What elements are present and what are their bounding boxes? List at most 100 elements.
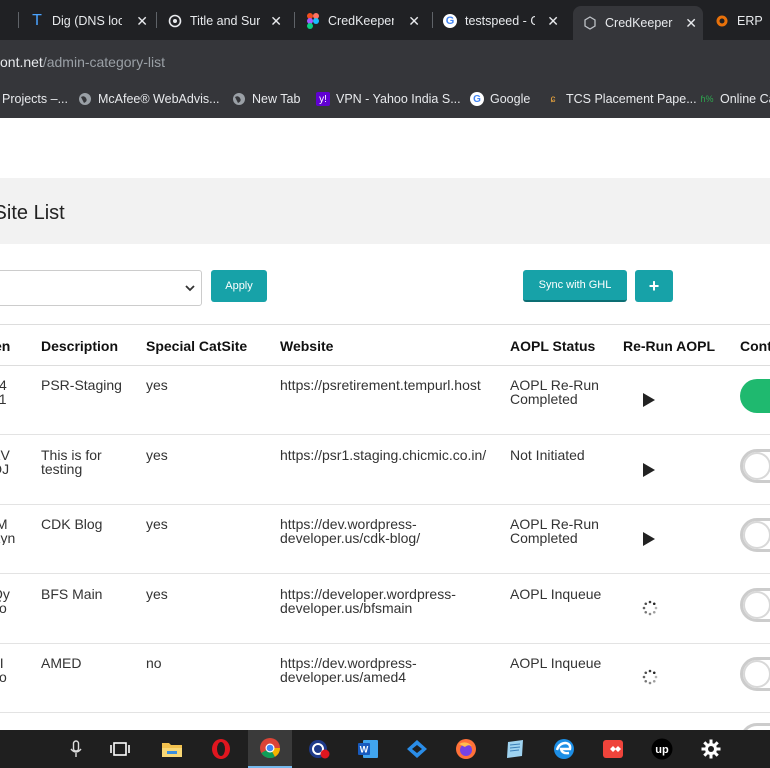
bulk-action-select[interactable] [0, 270, 202, 306]
row-key: tM Zyn [0, 517, 16, 545]
firefox-icon[interactable] [444, 730, 488, 768]
page-title: tSite List [0, 202, 65, 224]
url-domain: ont.net [0, 54, 43, 70]
tcs-icon: ɕ [550, 93, 556, 105]
column-header[interactable]: en [0, 338, 10, 354]
bookmark-vpn-yahoo[interactable]: y! VPN - Yahoo India S... [316, 92, 461, 106]
column-header[interactable]: Website [280, 338, 333, 354]
status-toggle[interactable] [740, 723, 770, 730]
close-icon[interactable]: ✕ [685, 15, 697, 32]
row-special-catsite: yes [146, 516, 168, 532]
row-aopl-status: AOPL Inqueue [510, 655, 602, 671]
url-path: /admin-category-list [42, 54, 165, 70]
notepad-icon[interactable] [493, 730, 537, 768]
row-special-catsite: no [146, 655, 162, 671]
status-toggle[interactable] [740, 518, 770, 552]
tab-separator [294, 12, 295, 28]
tab-title-sum[interactable]: Title and Sur ✕ [168, 6, 288, 36]
column-header[interactable]: Description [41, 338, 118, 354]
bookmark-label: Projects –... [2, 92, 68, 106]
bookmark-projects[interactable]: Projects –... [2, 92, 68, 106]
row-key: ZV DJ [0, 448, 10, 476]
table-header: en Description Special CatSite Website A… [0, 324, 770, 366]
table-row: Qy vo BFS Main yes https://developer.wordpr… [0, 574, 770, 644]
tab-separator [156, 12, 157, 28]
apply-button[interactable]: Apply [211, 270, 267, 302]
tab-title: testspeed - G [465, 14, 535, 28]
status-toggle[interactable] [740, 379, 770, 413]
row-description: AMED [41, 655, 82, 671]
row-website: https://psretirement.tempurl.host [280, 377, 481, 393]
microphone-icon[interactable] [54, 730, 98, 768]
bookmark-new-tab[interactable]: New Tab [232, 92, 300, 106]
status-toggle[interactable] [740, 588, 770, 622]
word-icon[interactable]: W [346, 730, 390, 768]
anydesk-icon[interactable] [591, 730, 635, 768]
chatgpt-icon [168, 14, 182, 28]
url-text[interactable]: ont.net/admin-category-list [0, 54, 165, 70]
table-row [0, 711, 770, 730]
tab-testspeed[interactable]: G testspeed - G ✕ [443, 6, 565, 36]
row-description: BFS Main [41, 586, 103, 602]
task-view-icon[interactable] [98, 730, 142, 768]
play-icon[interactable] [643, 532, 655, 546]
bookmark-tcs[interactable]: ɕ TCS Placement Pape... [546, 92, 697, 106]
vpn-shield-icon[interactable] [297, 730, 341, 768]
row-aopl-status: AOPL Inqueue [510, 586, 602, 602]
sync-with-ghl-button[interactable]: Sync with GHL [523, 270, 627, 302]
globe-icon [232, 92, 246, 106]
play-icon[interactable] [643, 393, 655, 407]
close-icon[interactable]: ✕ [270, 13, 282, 30]
add-button[interactable]: + [635, 270, 673, 302]
bookmark-label: VPN - Yahoo India S... [336, 92, 461, 106]
settings-gear-icon[interactable] [689, 730, 733, 768]
svg-text:W: W [360, 745, 369, 755]
tab-credkeeper-figma[interactable]: CredKeeper ✕ [306, 6, 426, 36]
row-description: PSR-Staging [41, 377, 122, 393]
file-explorer-icon[interactable] [150, 730, 194, 768]
column-header[interactable]: Special CatSite [146, 338, 247, 354]
row-website: https://developer.wordpress-developer.us… [280, 586, 456, 616]
row-aopl-status: Not Initiated [510, 447, 585, 463]
edge-icon[interactable] [542, 730, 586, 768]
table-row: k4 11 PSR-Staging yes https://psretirement.… [0, 365, 770, 435]
bookmark-mcafee[interactable]: McAfee® WebAdvis... [78, 92, 220, 106]
tab-erp[interactable]: ERP [715, 6, 770, 36]
row-website: https://psr1.staging.chicmic.co.in/ [280, 447, 487, 463]
loading-spinner-icon [642, 600, 658, 616]
status-toggle[interactable] [740, 449, 770, 483]
column-header[interactable]: Re-Run AOPL [623, 338, 715, 354]
globe-icon [78, 92, 92, 106]
play-icon[interactable] [643, 463, 655, 477]
opera-icon[interactable] [199, 730, 243, 768]
loading-spinner-icon [642, 669, 658, 685]
bookmark-online[interactable]: ɦ% Online Ca [700, 92, 770, 106]
tab-credkeeper-active[interactable]: CredKeeper ✕ [573, 6, 703, 40]
upwork-icon[interactable]: up [640, 730, 684, 768]
column-header[interactable]: AOPL Status [510, 338, 595, 354]
yahoo-icon: y! [316, 92, 330, 106]
tab-title: CredKeeper [328, 14, 394, 28]
table-row: 2I Jo AMED no https://dev.wordpress-develop… [0, 643, 770, 713]
status-toggle[interactable] [740, 657, 770, 691]
close-icon[interactable]: ✕ [547, 13, 559, 30]
row-key: Qy vo [0, 587, 10, 615]
chrome-icon[interactable] [248, 730, 292, 768]
bookmark-label: New Tab [252, 92, 301, 106]
table-row: ZV DJ This is for testing yes https://psr1.… [0, 435, 770, 505]
tab-dig[interactable]: T Dig (DNS loo ✕ [30, 6, 154, 36]
network-app-icon[interactable] [395, 730, 439, 768]
row-description: CDK Blog [41, 516, 103, 532]
page-content: tSite List Apply Sync with GHL + en Desc… [0, 118, 770, 730]
address-bar[interactable]: ont.net/admin-category-list [0, 40, 770, 82]
close-icon[interactable]: ✕ [136, 13, 148, 30]
row-key: k4 11 [0, 378, 7, 406]
column-header[interactable]: Cont [740, 338, 770, 354]
bookmark-label: McAfee® WebAdvis... [98, 92, 220, 106]
figma-icon [306, 13, 320, 29]
close-icon[interactable]: ✕ [408, 13, 420, 30]
tab-separator [432, 12, 433, 28]
bookmark-google[interactable]: G Google [470, 92, 530, 106]
bookmark-label: Google [490, 92, 531, 106]
row-description: This is for testing [41, 447, 102, 477]
